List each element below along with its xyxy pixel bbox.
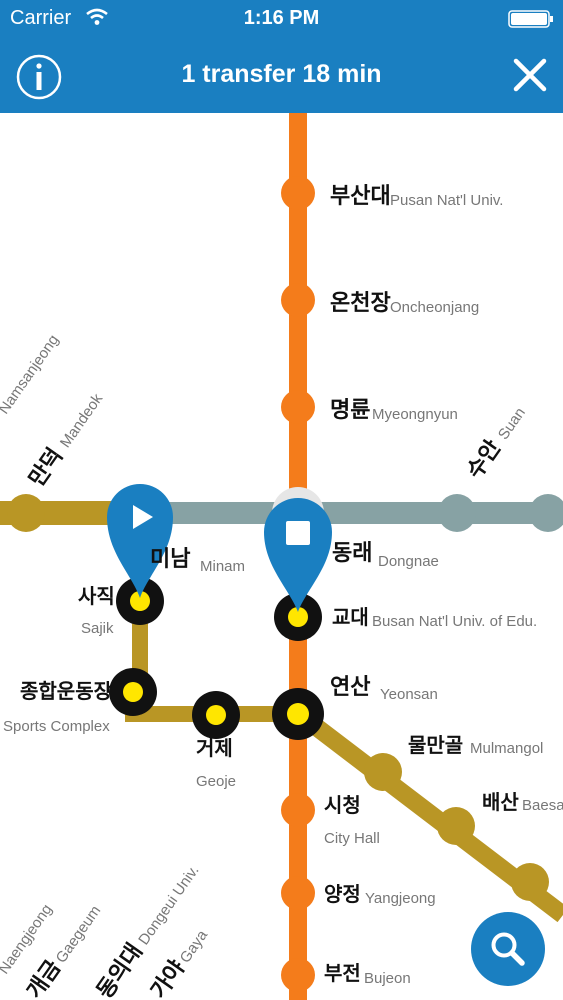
label-gaegeum-en: Gaegeum <box>53 903 105 967</box>
label-dongnae-en: Dongnae <box>378 553 439 570</box>
label-sajik-kr: 사직 <box>78 584 115 608</box>
station-east[interactable] <box>529 494 563 532</box>
label-pusan-en: Pusan Nat'l Univ. <box>390 192 503 209</box>
battery-icon <box>508 10 553 28</box>
label-sports-kr: 종합운동장 <box>20 679 113 703</box>
label-oncheonjang-kr: 온천장 <box>330 291 391 316</box>
subway-map[interactable]: 부산대 Pusan Nat'l Univ. 온천장 Oncheonjang 명륜… <box>0 113 563 1000</box>
label-yeonsan-en: Yeonsan <box>380 686 438 703</box>
label-geoje-en: Geoje <box>196 773 236 790</box>
label-mandeok-kr: 만덕 <box>24 444 68 492</box>
label-minam-en: Minam <box>200 558 245 575</box>
label-cityhall-en: City Hall <box>324 830 380 847</box>
label-mandeok-en: Mandeok <box>57 390 107 451</box>
station-oncheonjang[interactable] <box>281 283 315 317</box>
label-baesan-kr: 배산 <box>482 790 519 814</box>
label-suan-kr: 수안 <box>462 436 506 484</box>
station-bujeon[interactable] <box>281 958 315 992</box>
route-summary-title: 1 transfer 18 min <box>181 60 382 88</box>
search-icon <box>491 932 525 966</box>
station-baesan[interactable] <box>437 807 475 845</box>
label-mulmangol-en: Mulmangol <box>470 740 543 757</box>
label-bujeon-kr: 부전 <box>324 961 361 985</box>
station-myeongnyun[interactable] <box>281 390 315 424</box>
label-baesan-en: Baesan <box>522 797 563 814</box>
station-mandeok[interactable] <box>7 494 45 532</box>
search-button[interactable] <box>471 912 545 986</box>
station-mulmangol[interactable] <box>364 753 402 791</box>
label-yangjeong-en: Yangjeong <box>365 890 436 907</box>
station-pusan-natl[interactable] <box>281 176 315 210</box>
header-bar: Carrier 1:16 PM 1 transfer 18 min <box>0 0 563 113</box>
label-dongeui-kr: 동의대 <box>92 939 147 1000</box>
label-cityhall-kr: 시청 <box>324 793 361 817</box>
end-pin[interactable] <box>264 498 332 612</box>
label-suan-en: Suan <box>495 405 529 443</box>
station-yangjeong[interactable] <box>281 876 315 910</box>
status-time: 1:16 PM <box>243 7 320 29</box>
label-yangjeong-kr: 양정 <box>324 882 361 906</box>
close-icon[interactable] <box>512 57 548 93</box>
status-bar: Carrier 1:16 PM <box>0 0 563 38</box>
label-pusan-kr: 부산대 <box>330 184 391 209</box>
station-suan[interactable] <box>438 494 476 532</box>
label-bujeon-en: Bujeon <box>364 970 411 987</box>
station-east-2[interactable] <box>511 863 549 901</box>
station-cityhall[interactable] <box>281 793 315 827</box>
label-yeonsan-kr: 연산 <box>330 675 370 700</box>
label-gyodae-en: Busan Nat'l Univ. of Edu. <box>372 613 537 630</box>
label-gaya-en: Gaya <box>177 927 212 967</box>
label-namsanjeong-en: Namsanjeong <box>0 332 62 418</box>
label-myeongnyun-kr: 명륜 <box>330 398 370 423</box>
start-pin[interactable] <box>107 484 173 598</box>
label-gyodae-kr: 교대 <box>332 605 369 629</box>
label-myeongnyun-en: Myeongnyun <box>372 406 458 423</box>
label-sajik-en: Sajik <box>81 620 114 637</box>
label-mulmangol-kr: 물만골 <box>408 733 463 757</box>
label-oncheonjang-en: Oncheonjang <box>390 299 479 316</box>
stop-icon <box>286 521 310 545</box>
label-dongnae-kr: 동래 <box>332 541 372 566</box>
label-minam-kr: 미남 <box>150 547 190 572</box>
nav-bar: 1 transfer 18 min <box>0 38 563 113</box>
label-geoje-kr: 거제 <box>196 736 233 760</box>
label-sports-en: Sports Complex <box>3 718 110 735</box>
